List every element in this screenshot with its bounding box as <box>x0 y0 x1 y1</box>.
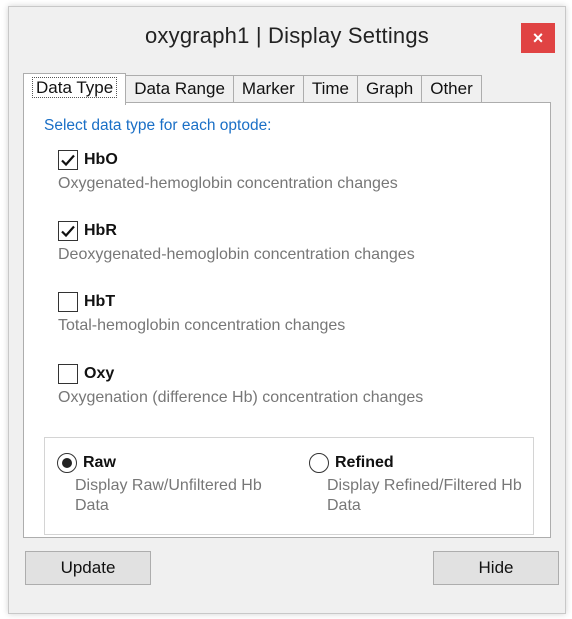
oxy-label: Oxy <box>84 365 115 382</box>
tab-data-range[interactable]: Data Range <box>125 75 234 103</box>
option-hbr: HbR Deoxygenated-hemoglobin concentratio… <box>58 220 415 264</box>
tab-label: Data Type <box>32 77 118 98</box>
hbr-description: Deoxygenated-hemoglobin concentration ch… <box>58 246 415 263</box>
hbr-checkbox[interactable] <box>58 221 78 241</box>
tab-strip: Data Type Data Range Marker Time Graph O… <box>23 73 482 105</box>
refined-description: Display Refined/Filtered Hb Data <box>327 477 522 514</box>
close-icon: × <box>532 27 544 48</box>
option-hbo: HbO Oxygenated-hemoglobin concentration … <box>58 149 398 193</box>
hbt-description: Total-hemoglobin concentration changes <box>58 317 346 334</box>
oxy-description: Oxygenation (difference Hb) concentratio… <box>58 389 424 406</box>
option-refined: Refined Display Refined/Filtered Hb Data <box>309 452 547 516</box>
data-type-panel: Select data type for each optode: HbO Ox… <box>23 102 551 538</box>
update-button[interactable]: Update <box>25 551 151 585</box>
option-oxy: Oxy Oxygenation (difference Hb) concentr… <box>58 363 423 407</box>
tab-data-type[interactable]: Data Type <box>23 73 127 105</box>
option-hbt: HbT Total-hemoglobin concentration chang… <box>58 291 345 335</box>
refined-label: Refined <box>335 454 394 471</box>
hbt-checkbox[interactable] <box>58 292 78 312</box>
hbo-label: HbO <box>84 151 118 168</box>
hbr-label: HbR <box>84 222 117 239</box>
raw-label: Raw <box>83 454 116 471</box>
processing-mode-group: Raw Display Raw/Unfiltered Hb Data Refin… <box>44 437 534 535</box>
tab-graph[interactable]: Graph <box>356 75 423 103</box>
refined-radio[interactable] <box>309 453 329 473</box>
close-button[interactable]: × <box>521 23 555 53</box>
checkmark-icon <box>61 225 75 238</box>
title-bar: oxygraph1 | Display Settings × <box>9 7 565 67</box>
tab-time[interactable]: Time <box>302 75 358 103</box>
hbo-description: Oxygenated-hemoglobin concentration chan… <box>58 175 398 192</box>
dialog-window: oxygraph1 | Display Settings × Data Type… <box>8 6 566 614</box>
radio-selected-dot <box>62 458 72 468</box>
tab-other[interactable]: Other <box>421 75 482 103</box>
hbt-label: HbT <box>84 293 116 310</box>
option-raw: Raw Display Raw/Unfiltered Hb Data <box>57 452 295 516</box>
hide-button[interactable]: Hide <box>433 551 559 585</box>
panel-heading: Select data type for each optode: <box>44 117 272 134</box>
oxy-checkbox[interactable] <box>58 364 78 384</box>
hbo-checkbox[interactable] <box>58 150 78 170</box>
raw-radio[interactable] <box>57 453 77 473</box>
checkmark-icon <box>61 154 75 167</box>
raw-description: Display Raw/Unfiltered Hb Data <box>75 477 262 514</box>
tab-marker[interactable]: Marker <box>232 75 304 103</box>
window-title: oxygraph1 | Display Settings <box>144 23 430 48</box>
